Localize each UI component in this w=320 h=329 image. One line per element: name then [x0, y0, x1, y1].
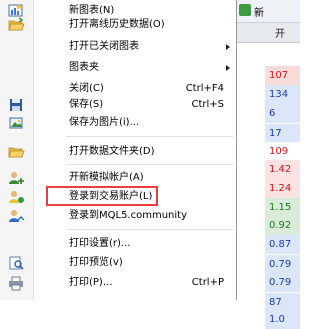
quote-value: 1.42: [265, 160, 300, 179]
highlight-box: [46, 186, 158, 206]
market-watch-panel: 新 开 107 134 6 17 109 1.42 1.24 1.15 0.92 0.87 0.79…: [237, 0, 300, 329]
quote-symbol-cell: [237, 142, 265, 161]
quote-symbol-cell: [237, 104, 265, 123]
quote-symbol-cell: [237, 273, 265, 292]
menu-divider: [66, 229, 234, 230]
column-header-label: 开: [275, 29, 285, 40]
menu-item-label: 保存为图片(i)...: [69, 117, 140, 128]
menu-item-label: 登录到MQL5.community: [69, 210, 188, 221]
print-preview-icon: [8, 255, 25, 271]
toolbar-label: 新: [254, 8, 264, 19]
quote-row[interactable]: 0.79: [237, 273, 300, 292]
quote-row[interactable]: 107: [237, 66, 300, 85]
new-order-icon: [239, 4, 251, 16]
menu-item-save-as-picture[interactable]: 保存为图片(i)...: [0, 112, 236, 134]
quote-symbol-cell: [237, 255, 265, 274]
menu-item-open-data-folder[interactable]: 打开数据文件夹(D): [0, 141, 236, 163]
quote-value: 1.15: [265, 198, 300, 217]
quote-row[interactable]: 6: [237, 104, 300, 123]
quote-row[interactable]: 109: [237, 142, 300, 161]
menu-item-label: 开新模拟帐户(A): [69, 172, 144, 183]
quote-row[interactable]: 1.0: [237, 310, 300, 329]
menu-item-print-preview[interactable]: 打印预览(v): [0, 252, 236, 274]
quote-row[interactable]: 0.79: [237, 255, 300, 274]
file-menu: 新图表(N) 打开离线历史数据(O) 打开已关闭图表 图表夹 关闭(C) Ctr…: [0, 0, 237, 300]
submenu-arrow-icon: [226, 65, 230, 71]
quote-value: 134: [265, 85, 300, 104]
quote-symbol-cell: [237, 124, 265, 143]
menu-item-open-offline[interactable]: 打开离线历史数据(O): [0, 14, 236, 36]
menu-item-label: 打开已关闭图表: [69, 41, 139, 52]
quote-row[interactable]: 17: [237, 124, 300, 143]
quote-value: 109: [265, 142, 300, 161]
quote-symbol-cell: [237, 179, 265, 198]
quote-value: 6: [265, 104, 300, 123]
menu-item-label: 打印设置(r)...: [69, 238, 131, 249]
new-order-toolbar-button[interactable]: 新: [237, 0, 300, 23]
menu-item-label: 图表夹: [69, 62, 99, 73]
menu-item-shortcut: Ctrl+S: [191, 99, 224, 110]
quote-symbol-cell: [237, 310, 265, 329]
quote-value: 0.79: [265, 273, 300, 292]
quote-row[interactable]: 0.87: [237, 235, 300, 254]
quote-row[interactable]: 1.15: [237, 198, 300, 217]
quote-symbol-cell: [237, 66, 265, 85]
menu-item-print[interactable]: 打印(P)... Ctrl+P: [0, 272, 236, 294]
open-offline-folder-icon: [8, 17, 25, 33]
quote-row[interactable]: 1.24: [237, 179, 300, 198]
menu-item-label: 打开数据文件夹(D): [69, 146, 155, 157]
submenu-arrow-icon: [226, 44, 230, 50]
quote-symbol-cell: [237, 198, 265, 217]
quote-value: 17: [265, 124, 300, 143]
quote-symbol-cell: [237, 85, 265, 104]
menu-item-chart-folder[interactable]: 图表夹: [0, 57, 236, 79]
quote-value: 0.92: [265, 216, 300, 235]
menu-item-login-mql5[interactable]: 登录到MQL5.community: [0, 205, 236, 227]
menu-item-label: 打印(P)...: [69, 277, 113, 288]
save-as-picture-icon: [8, 115, 25, 131]
quote-row[interactable]: 1.42: [237, 160, 300, 179]
menu-item-label: 打印预览(v): [69, 257, 123, 268]
open-data-folder-icon: [8, 144, 25, 160]
menu-item-shortcut: Ctrl+P: [191, 277, 224, 288]
quote-value: 107: [265, 66, 300, 85]
column-header-button[interactable]: 开: [237, 23, 300, 43]
demo-account-icon: [8, 170, 25, 186]
quote-symbol-cell: [237, 160, 265, 179]
menu-item-label: 打开离线历史数据(O): [69, 19, 165, 30]
menu-divider: [66, 164, 234, 165]
mql5-login-icon: [8, 208, 25, 224]
quote-symbol-cell: [237, 216, 265, 235]
quote-value: 1.0: [265, 310, 300, 329]
save-icon: [8, 97, 25, 113]
menu-item-label: 保存(S): [69, 99, 104, 110]
menu-divider: [66, 136, 234, 137]
quote-value: 0.87: [265, 235, 300, 254]
quote-value: 1.24: [265, 179, 300, 198]
quote-row[interactable]: 134: [237, 85, 300, 104]
quote-row[interactable]: 0.92: [237, 216, 300, 235]
print-icon: [8, 275, 25, 291]
menu-item-open-closed-charts[interactable]: 打开已关闭图表: [0, 36, 236, 58]
quote-value: 0.79: [265, 255, 300, 274]
quote-symbol-cell: [237, 235, 265, 254]
login-trade-account-icon: [8, 189, 25, 205]
